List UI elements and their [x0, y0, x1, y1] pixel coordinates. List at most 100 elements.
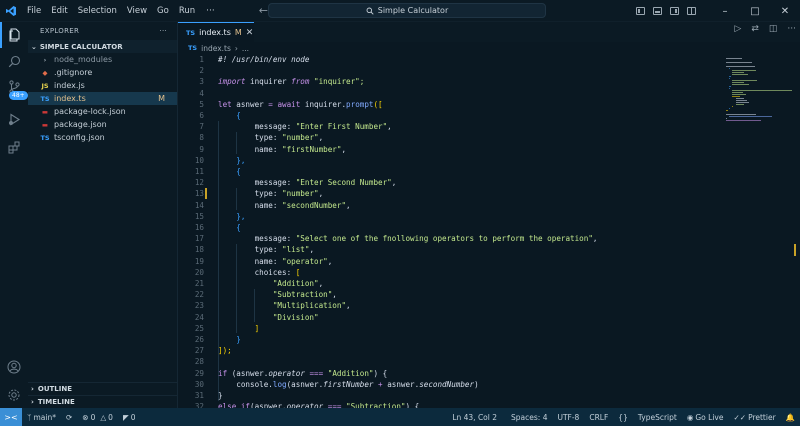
manage-gear-icon[interactable]: [0, 382, 28, 408]
encoding[interactable]: UTF-8: [552, 413, 584, 422]
braces-icon[interactable]: {}: [613, 413, 633, 422]
search-sidebar-icon[interactable]: [0, 48, 28, 74]
explorer-icon[interactable]: [0, 22, 28, 48]
close-window-button[interactable]: ✕: [770, 0, 800, 22]
code-text: ]: [218, 323, 260, 334]
command-center-search[interactable]: Simple Calculator: [268, 3, 546, 18]
explorer-more-button[interactable]: ···: [159, 27, 167, 35]
file-tree-item[interactable]: ▬ package-lock.json: [28, 105, 177, 118]
code-text: "Addition",: [218, 278, 323, 289]
go-live-button[interactable]: ◉ Go Live: [682, 413, 729, 422]
chevron-down-icon: ⌄: [31, 42, 37, 51]
go-live-label: Go Live: [695, 412, 724, 422]
line-number: 7: [199, 122, 204, 132]
close-icon[interactable]: ✕: [246, 28, 254, 38]
minimap-line: [726, 58, 742, 59]
code-token: "Select one of the fnollowing operators …: [295, 234, 593, 244]
code-text: import inquirer from "inquirer";: [218, 76, 364, 87]
code-token: ]);: [218, 346, 232, 356]
code-line: 23 "Multiplication",: [178, 300, 722, 311]
project-folder-header[interactable]: ⌄ SIMPLE CALCULATOR: [28, 40, 177, 53]
run-debug-icon[interactable]: [0, 106, 28, 132]
error-icon: ⊗: [82, 412, 89, 422]
menu-run[interactable]: Run: [174, 6, 200, 16]
line-ending[interactable]: CRLF: [584, 413, 613, 422]
notifications-bell-icon[interactable]: 🔔: [781, 413, 800, 422]
code-token: ,: [346, 301, 351, 311]
code-token: type:: [218, 133, 283, 143]
breadcrumb-more[interactable]: ...: [242, 44, 249, 53]
file-tree-item[interactable]: ▬ package.json: [28, 118, 177, 131]
code-token: }: [218, 391, 223, 400]
code-line: 14 name: "secondNumber",: [178, 200, 722, 211]
minimap-line: [735, 100, 747, 101]
menu-edit[interactable]: Edit: [46, 6, 72, 16]
back-arrow-icon[interactable]: ←: [259, 4, 268, 17]
code-token: },: [218, 211, 246, 221]
code-token: "Enter First Number": [295, 122, 388, 132]
menu-selection[interactable]: Selection: [73, 6, 122, 16]
code-editor[interactable]: 1 #! /usr/bin/env node 2 3 import inquirer f…: [178, 54, 722, 408]
outline-label: OUTLINE: [37, 385, 73, 393]
toggle-panel-icon[interactable]: [653, 7, 662, 15]
code-token: ]: [218, 323, 260, 333]
problems-indicator[interactable]: ⊗ 0 △ 0: [77, 413, 118, 422]
outline-section[interactable]: › OUTLINE: [28, 382, 178, 395]
language-mode[interactable]: TypeScript: [633, 413, 682, 422]
run-file-icon[interactable]: ▷: [734, 24, 741, 34]
customize-layout-icon[interactable]: [687, 7, 696, 15]
timeline-section[interactable]: › TIMELINE: [28, 395, 178, 408]
file-tree-item[interactable]: TS index.ts M: [28, 92, 177, 105]
line-number: 4: [199, 88, 204, 98]
ports-indicator[interactable]: ◤ 0: [118, 413, 141, 422]
prettier-button[interactable]: ✓✓ Prettier: [728, 413, 780, 422]
code-token: import: [218, 77, 246, 87]
toggle-secondary-sidebar-icon[interactable]: [670, 7, 679, 15]
line-number: 20: [194, 267, 204, 277]
file-tree-item[interactable]: TS tsconfig.json: [28, 131, 177, 144]
file-tree-item[interactable]: ◆ .gitignore: [28, 66, 177, 79]
code-token: ,: [318, 133, 324, 143]
minimize-button[interactable]: –: [710, 0, 740, 22]
code-token: "firstNumber": [282, 144, 342, 154]
file-tree-item[interactable]: JS index.js: [28, 79, 177, 92]
code-token: prompt: [346, 99, 374, 109]
cursor-position[interactable]: Ln 43, Col 2: [447, 413, 502, 422]
code-line: 25 ]: [178, 323, 722, 334]
remote-indicator[interactable]: ><: [0, 408, 22, 426]
code-line: 18 type: "list",: [178, 244, 722, 255]
account-icon[interactable]: [0, 354, 28, 380]
tab-index-ts[interactable]: TS index.ts M ✕: [178, 22, 254, 42]
branch-indicator[interactable]: ᛉ main*: [22, 413, 61, 422]
compare-changes-icon[interactable]: ⇄: [751, 24, 759, 34]
menu-view[interactable]: View: [122, 6, 152, 16]
chevron-right-icon: ›: [31, 385, 34, 393]
file-tree-item[interactable]: › node_modules: [28, 53, 177, 66]
indentation[interactable]: Spaces: 4: [506, 413, 552, 422]
editor-more-button[interactable]: ···: [787, 24, 796, 34]
breadcrumb-file[interactable]: index.ts: [201, 44, 231, 53]
sync-button[interactable]: ⟳: [61, 413, 77, 422]
minimap[interactable]: [722, 54, 793, 408]
menu-file[interactable]: File: [22, 6, 46, 16]
maximize-button[interactable]: □: [740, 0, 770, 22]
editor-tabs: TS index.ts M ✕: [178, 22, 800, 42]
broadcast-icon: ◉: [686, 412, 694, 422]
code-token: "number": [282, 133, 319, 143]
file-type-icon: JS: [41, 81, 49, 90]
minimap-line: [732, 74, 749, 75]
split-editor-icon[interactable]: ◫: [769, 24, 778, 34]
toggle-primary-sidebar-icon[interactable]: [636, 7, 645, 15]
code-token: ,: [391, 178, 397, 188]
extensions-icon[interactable]: [0, 134, 28, 160]
code-text: console.log(asnwer.firstNumber + asnwer.…: [218, 379, 478, 390]
menu-more-button[interactable]: ···: [200, 6, 221, 16]
code-line: 2: [178, 65, 722, 76]
code-token: ) {: [373, 368, 388, 378]
vertical-scrollbar[interactable]: [792, 54, 800, 408]
file-type-icon: ◆: [42, 68, 48, 77]
menu-go[interactable]: Go: [152, 6, 174, 16]
line-number: 3: [199, 77, 204, 87]
code-token: message:: [218, 234, 296, 244]
code-text: if (asnwer.operator === "Addition") {: [218, 368, 387, 379]
